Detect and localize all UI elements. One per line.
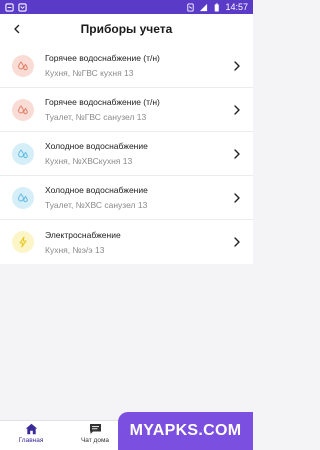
meter-row-cold-water-kitchen[interactable]: Холодное водоснабжение Кухня, №ХВСкухня … [0,132,253,176]
meter-location: Туалет, №ГВС санузел 13 [45,112,147,122]
meter-location: Кухня, №ГВС кухня 13 [45,68,134,78]
home-icon [25,423,37,435]
meter-location: Кухня, №э/э 13 [45,244,105,255]
chevron-right-icon [234,193,240,203]
chat-icon [89,424,101,434]
meter-row-hot-water-toilet[interactable]: Горячее водоснабжение (т/н) Туалет, №ГВС… [0,88,253,132]
chevron-right-icon [234,61,240,71]
page-title: Приборы учета [80,22,173,36]
meter-row-cold-water-toilet[interactable]: Холодное водоснабжение Туалет, №ХВС сану… [0,176,253,220]
meter-icon [12,98,34,121]
notification-icon-2 [18,2,27,12]
meter-title: Горячее водоснабжение (т/н) [45,97,160,107]
meter-row-electricity-kitchen[interactable]: Электроснабжение Кухня, №э/э 13 [0,220,253,264]
battery-icon [215,2,220,12]
chevron-right-icon [234,149,240,159]
water-drops-icon [18,192,28,202]
watermark-banner: MYAPKS.COM [118,412,253,450]
lightning-icon [19,236,27,248]
status-bar: 14:57 [0,0,253,14]
back-button[interactable] [8,20,26,38]
meter-icon [12,186,34,209]
tab-chat[interactable]: Чат дома [70,423,120,449]
meter-list: Горячее водоснабжение (т/н) Кухня, №ГВС … [0,44,253,264]
app-header: Приборы учета [0,14,253,44]
meter-location: Кухня, №ХВСкухня 13 [45,156,133,166]
status-time: 14:57 [225,2,248,12]
meter-row-hot-water-kitchen[interactable]: Горячее водоснабжение (т/н) Кухня, №ГВС … [0,44,253,88]
signal-icon [200,3,208,11]
sim-icon [187,2,195,12]
back-arrow-icon [14,24,20,34]
meter-icon [12,54,34,77]
chevron-right-icon [234,105,240,115]
meter-title: Электроснабжение [45,229,121,240]
tab-home[interactable]: Главная [6,423,56,449]
chevron-right-icon [234,237,240,247]
meter-title: Холодное водоснабжение [45,141,148,151]
tab-chat-label: Чат дома [80,437,110,444]
water-drops-icon [18,60,28,70]
meter-location: Туалет, №ХВС санузел 13 [45,200,148,210]
water-drops-icon [18,148,28,158]
water-drops-icon [18,104,28,114]
meter-title: Холодное водоснабжение [45,185,148,195]
tab-home-label: Главная [18,437,44,444]
status-system: 14:57 [186,2,248,12]
notification-icon [5,2,14,12]
meter-icon [12,231,34,253]
status-notifications [5,2,27,12]
meter-icon [12,142,34,165]
meter-title: Горячее водоснабжение (т/н) [45,53,160,63]
